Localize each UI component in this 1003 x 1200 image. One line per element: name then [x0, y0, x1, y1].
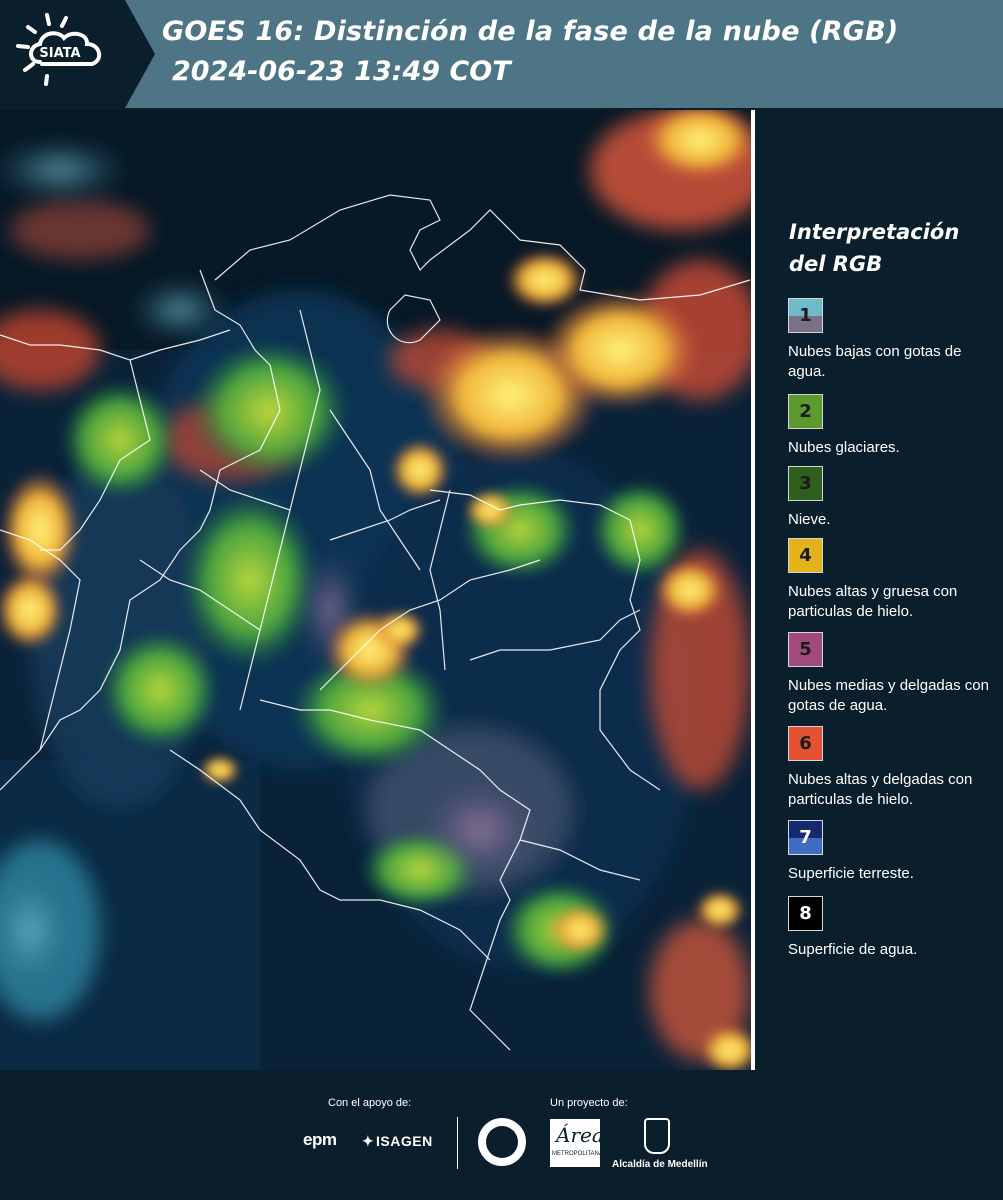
epm-logo: epm — [303, 1130, 337, 1149]
map-border — [751, 110, 755, 1070]
legend-label-4: Nubes altas y gruesa con particulas de h… — [788, 583, 958, 620]
legend-swatch-2: 2 — [788, 394, 823, 429]
legend-swatch-7: 7 — [788, 820, 823, 855]
alcaldia-logo: Alcaldía de Medellín — [612, 1159, 708, 1170]
legend-panel: Interpretación del RGB 1 Nubes bajas con… — [756, 110, 1003, 1070]
legend-item-6: 6 Nubes altas y delgadas con particulas … — [788, 726, 998, 810]
university-seal-icon — [478, 1118, 526, 1166]
legend-label-6: Nubes altas y delgadas con particulas de… — [788, 771, 973, 808]
isagen-mark-icon: ✦ — [362, 1133, 375, 1149]
legend-item-8: 8 Superficie de agua. — [788, 896, 998, 960]
siata-logo: SIATA — [0, 0, 155, 108]
legend-label-1: Nubes bajas con gotas de agua. — [788, 343, 962, 380]
legend-swatch-8: 8 — [788, 896, 823, 931]
legend-item-3: 3 Nieve. — [788, 466, 998, 530]
legend-swatch-5: 5 — [788, 632, 823, 667]
project-label: Un proyecto de: — [550, 1097, 628, 1109]
legend-label-3: Nieve. — [788, 511, 831, 528]
legend-item-7: 7 Superficie terreste. — [788, 820, 998, 884]
legend-swatch-3: 3 — [788, 466, 823, 501]
footer-divider — [457, 1117, 458, 1169]
legend-swatch-6: 6 — [788, 726, 823, 761]
legend-label-2: Nubes glaciares. — [788, 439, 900, 456]
legend-label-7: Superficie terreste. — [788, 865, 914, 882]
legend-item-2: 2 Nubes glaciares. — [788, 394, 998, 458]
footer: Con el apoyo de: Un proyecto de: epm ✦ IS… — [0, 1070, 1003, 1200]
header-bar: SIATA GOES 16: Distinción de la fase de … — [0, 0, 1003, 108]
svg-text:SIATA: SIATA — [39, 46, 80, 61]
satellite-map — [0, 110, 754, 1070]
legend-swatch-1: 1 — [788, 298, 823, 333]
support-label: Con el apoyo de: — [328, 1097, 412, 1109]
page-title: GOES 16: Distinción de la fase de la nub… — [162, 16, 899, 47]
legend-item-1: 1 Nubes bajas con gotas de agua. — [788, 298, 998, 382]
legend-item-5: 5 Nubes medias y delgadas con gotas de a… — [788, 632, 998, 716]
area-metropolitana-logo: Área METROPOLITANA — [550, 1119, 604, 1167]
alcaldia-shield-icon — [644, 1118, 670, 1154]
legend-label-5: Nubes medias y delgadas con gotas de agu… — [788, 677, 989, 714]
legend-swatch-4: 4 — [788, 538, 823, 573]
isagen-logo: ✦ ISAGEN — [362, 1133, 433, 1149]
legend-item-4: 4 Nubes altas y gruesa con particulas de… — [788, 538, 998, 622]
legend-title: Interpretación del RGB — [789, 220, 960, 276]
page-timestamp: 2024-06-23 13:49 COT — [172, 56, 511, 87]
legend-label-8: Superficie de agua. — [788, 941, 918, 958]
